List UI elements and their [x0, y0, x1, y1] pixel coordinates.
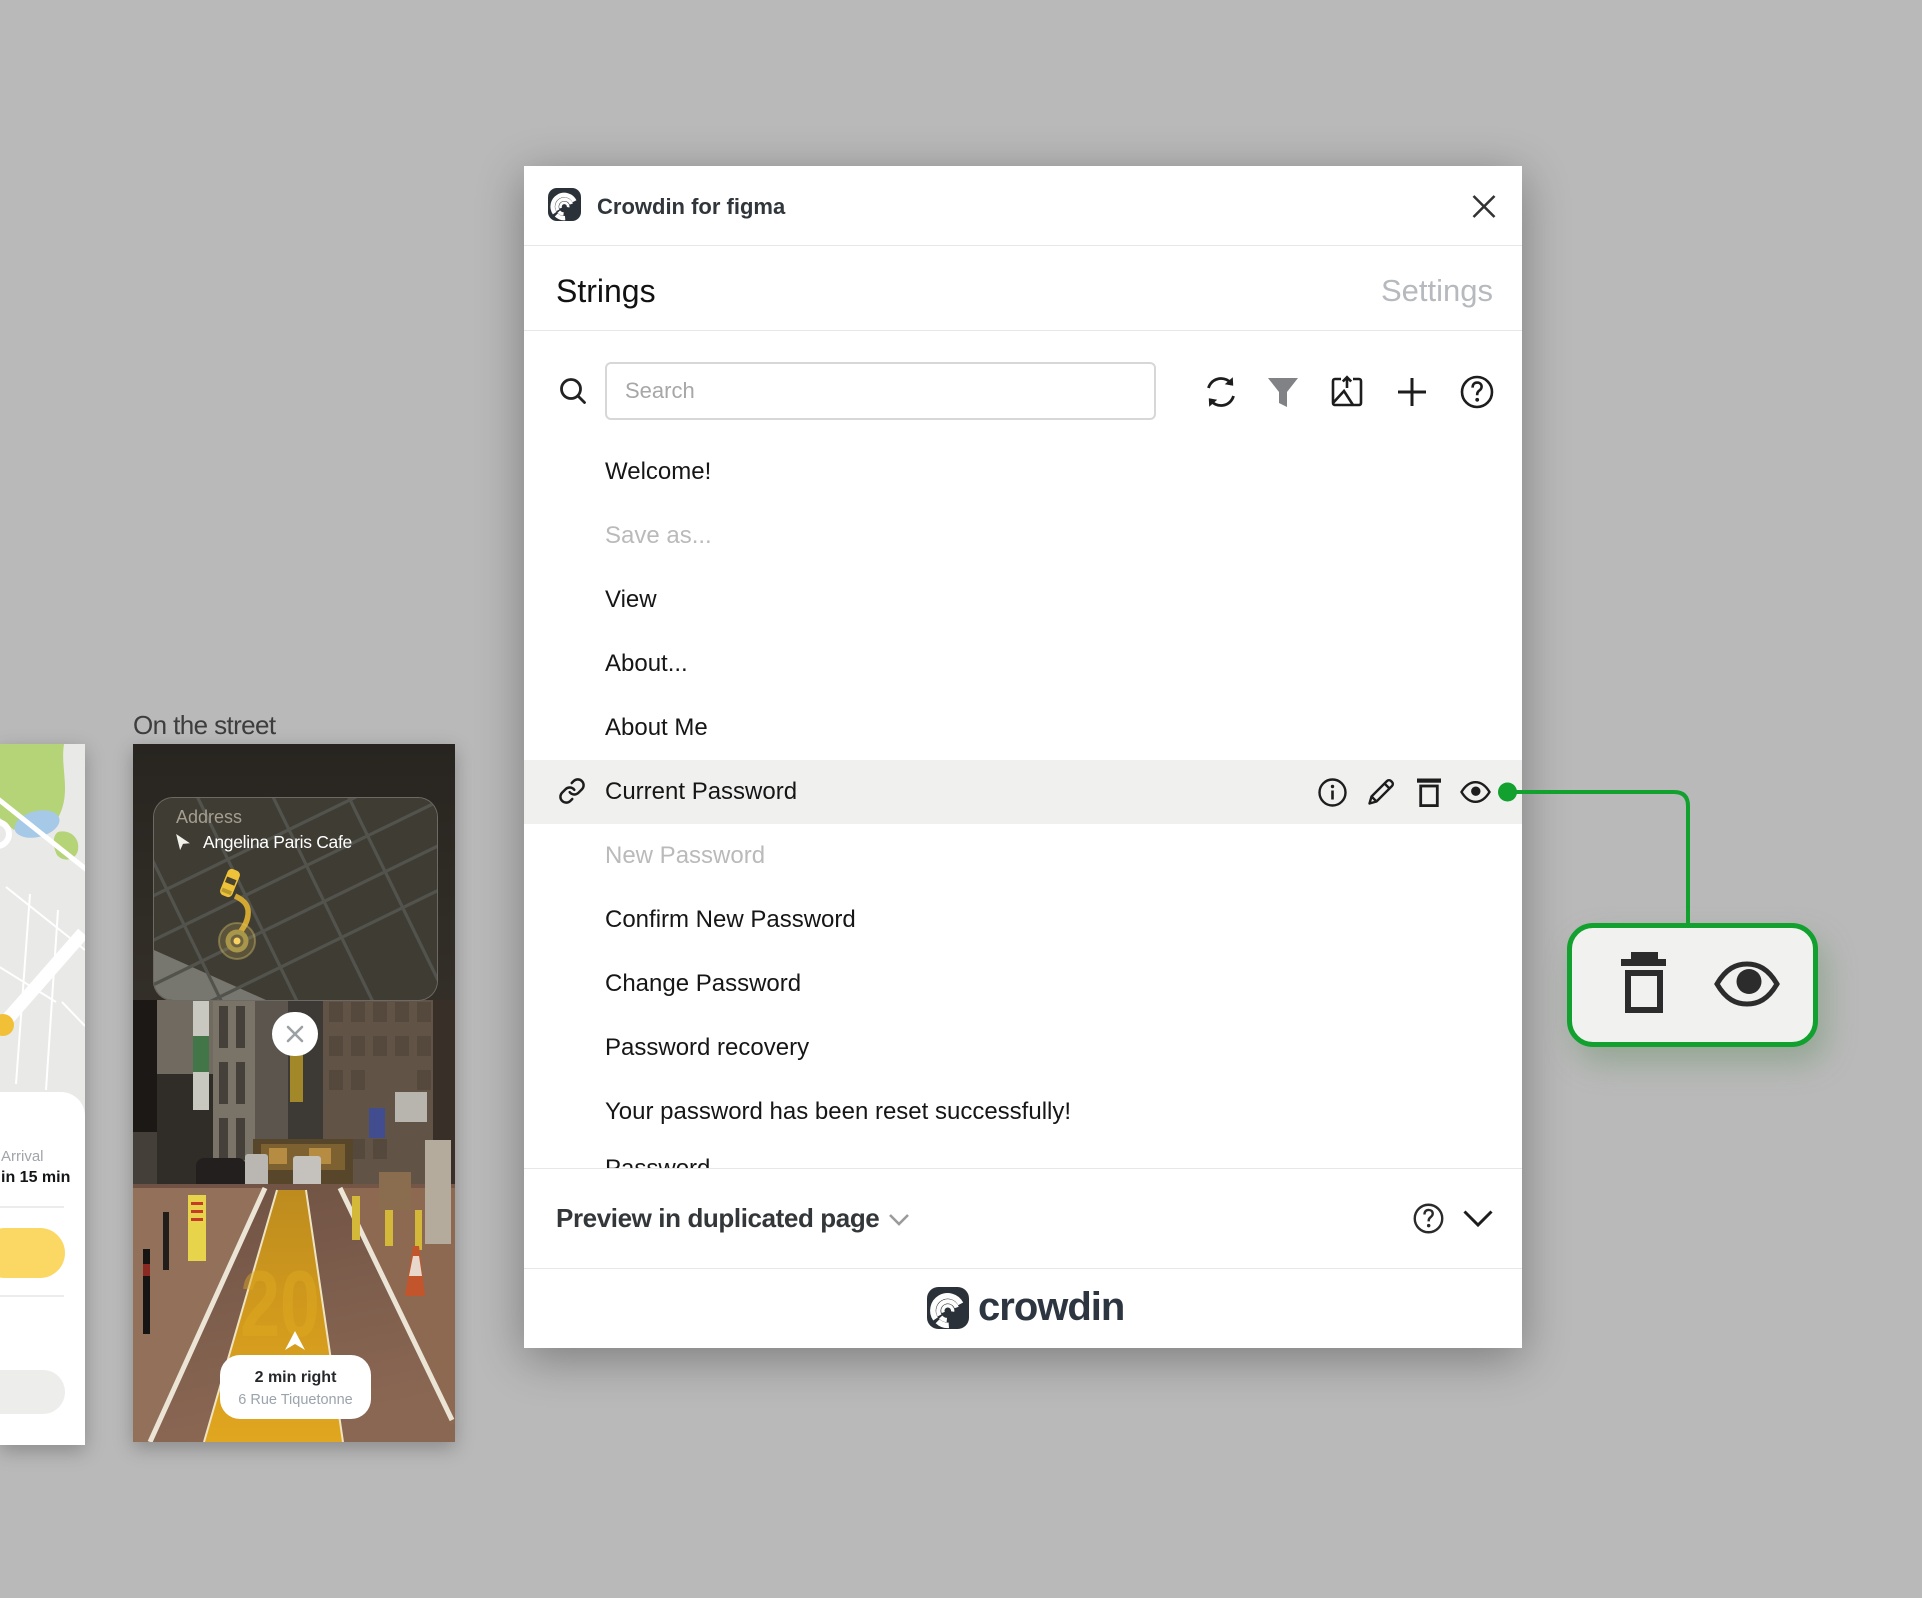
svg-text:20: 20	[240, 1250, 319, 1356]
